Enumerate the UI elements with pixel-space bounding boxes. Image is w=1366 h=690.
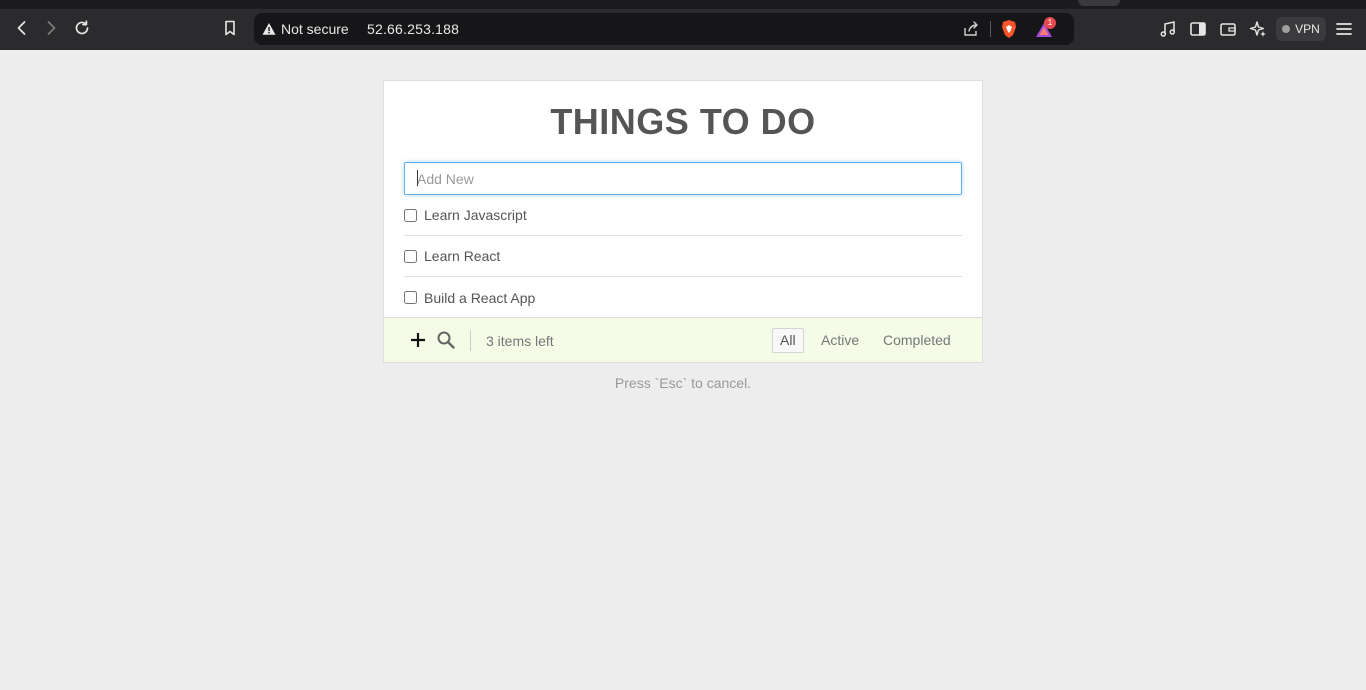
- tab-handle[interactable]: [1078, 0, 1120, 6]
- plus-icon[interactable]: [409, 331, 427, 349]
- bookmark-icon: [225, 20, 235, 36]
- security-status[interactable]: Not secure: [281, 21, 349, 37]
- menu-icon[interactable]: [1335, 20, 1353, 38]
- todo-item[interactable]: Learn Javascript: [404, 195, 962, 236]
- warning-icon[interactable]: [262, 22, 276, 36]
- filter-all[interactable]: All: [772, 328, 804, 353]
- bookmark-button[interactable]: [217, 15, 243, 41]
- chevron-right-icon: [47, 21, 56, 35]
- back-button[interactable]: [9, 15, 35, 41]
- vpn-label: VPN: [1295, 22, 1320, 36]
- media-icon[interactable]: [1159, 20, 1177, 38]
- chevron-left-icon: [17, 21, 26, 35]
- browser-toolbar: Not secure 52.66.253.188 1 VPN: [0, 0, 1366, 50]
- todo-checkbox[interactable]: [404, 208, 417, 222]
- reload-icon: [75, 20, 89, 35]
- page-title: THINGS TO DO: [550, 101, 816, 142]
- search-icon[interactable]: [436, 330, 456, 350]
- filter-completed[interactable]: Completed: [875, 328, 959, 353]
- text-caret: [417, 170, 418, 186]
- divider: [990, 21, 991, 37]
- help-text: Press `Esc` to cancel.: [614, 375, 752, 391]
- add-new-input[interactable]: [404, 162, 962, 195]
- url-text[interactable]: 52.66.253.188: [367, 21, 459, 37]
- todo-checkbox[interactable]: [404, 291, 417, 304]
- vpn-status-icon: [1282, 25, 1291, 33]
- tab-strip: [0, 0, 1366, 9]
- items-left-count: 3 items left: [486, 333, 554, 349]
- share-icon[interactable]: [962, 20, 980, 38]
- todo-checkbox[interactable]: [404, 249, 417, 263]
- sidebar-icon[interactable]: [1189, 20, 1207, 38]
- todo-card: THINGS TO DO Learn Javascript Learn Reac…: [383, 80, 983, 363]
- address-bar[interactable]: Not secure 52.66.253.188 1: [254, 13, 1074, 45]
- todo-label[interactable]: Learn Javascript: [424, 207, 527, 223]
- todo-item[interactable]: Build a React App: [404, 277, 962, 318]
- todo-footer: 3 items left All Active Completed: [384, 317, 982, 362]
- divider: [470, 330, 471, 351]
- vpn-button[interactable]: VPN: [1276, 17, 1326, 41]
- todo-label[interactable]: Learn React: [424, 248, 500, 264]
- todo-item[interactable]: Learn React: [404, 236, 962, 277]
- brave-shields-icon[interactable]: [1000, 19, 1018, 39]
- reload-button[interactable]: [69, 15, 95, 41]
- forward-button[interactable]: [38, 15, 64, 41]
- todo-label[interactable]: Build a React App: [424, 290, 535, 306]
- filter-active[interactable]: Active: [813, 328, 867, 353]
- notification-badge: 1: [1044, 17, 1056, 29]
- leo-ai-icon[interactable]: [1249, 20, 1267, 38]
- wallet-icon[interactable]: [1219, 20, 1237, 38]
